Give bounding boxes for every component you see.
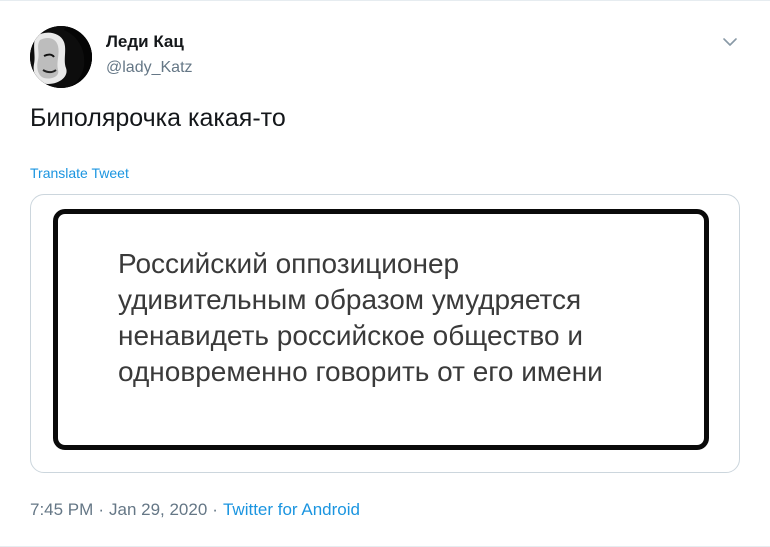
quote-image-frame: Российский оппозиционер удивительным обр… xyxy=(53,209,709,450)
quote-line: ненавидеть российское общество и xyxy=(118,320,583,351)
tweet-source-link[interactable]: Twitter for Android xyxy=(223,500,360,519)
display-name[interactable]: Леди Кац xyxy=(106,32,184,52)
chevron-down-icon xyxy=(723,38,737,46)
avatar-image xyxy=(30,26,92,88)
tweet-text: Биполярочка какая-то xyxy=(30,104,286,132)
quote-text: Российский оппозиционер удивительным обр… xyxy=(118,246,698,390)
quote-line: Российский оппозиционер xyxy=(118,248,460,279)
translate-tweet-link[interactable]: Translate Tweet xyxy=(30,165,129,181)
quote-line: одновременно говорить от его имени xyxy=(118,356,603,387)
quote-line: удивительным образом умудряется xyxy=(118,284,582,315)
tweet-metadata: 7:45 PM · Jan 29, 2020 · Twitter for Android xyxy=(30,500,360,520)
tweet-time[interactable]: 7:45 PM xyxy=(30,500,93,519)
tweet-menu-button[interactable] xyxy=(717,29,743,55)
user-handle[interactable]: @lady_Katz xyxy=(106,59,193,77)
avatar[interactable] xyxy=(30,26,92,88)
tweet-media[interactable]: Российский оппозиционер удивительным обр… xyxy=(30,194,740,473)
tweet-date[interactable]: Jan 29, 2020 xyxy=(109,500,207,519)
meta-separator: · xyxy=(212,500,218,519)
meta-separator: · xyxy=(98,500,104,519)
tweet-card: Леди Кац @lady_Katz Биполярочка какая-то… xyxy=(0,0,770,547)
